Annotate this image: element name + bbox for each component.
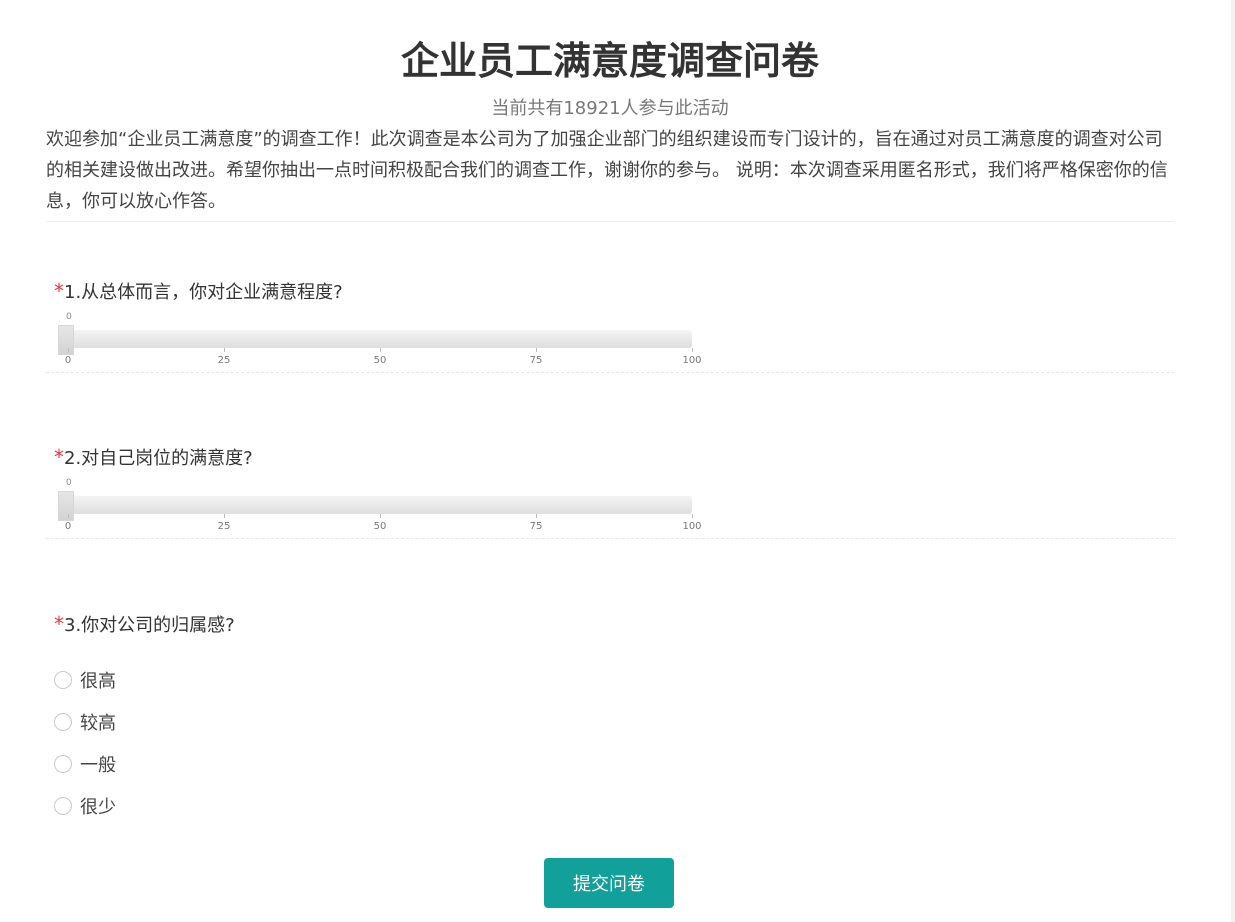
question-text: 2.对自己岗位的满意度? [64, 448, 253, 469]
question-1: *1.从总体而言，你对企业满意程度? 0 0 25 50 75 100 [46, 278, 1174, 373]
question-text: 3.你对公司的归属感? [64, 615, 235, 636]
slider-tick-label: 0 [64, 521, 72, 532]
radio-option[interactable]: 很少 [54, 785, 1174, 827]
satisfaction-slider[interactable]: 0 0 25 50 75 100 [46, 304, 1174, 373]
option-label: 一般 [80, 755, 116, 776]
radio-option[interactable]: 一般 [54, 743, 1174, 785]
slider-tick [68, 348, 69, 352]
slider-tick-label: 100 [682, 521, 702, 532]
slider-tick-label: 25 [217, 521, 231, 532]
slider-tick [68, 514, 69, 518]
question-title: *3.你对公司的归属感? [46, 611, 1174, 637]
radio-button[interactable] [54, 713, 72, 731]
slider-tick [692, 514, 693, 518]
slider-tick-label: 0 [64, 355, 72, 366]
slider-handle[interactable] [58, 325, 74, 355]
question-2: *2.对自己岗位的满意度? 0 0 25 50 75 100 [46, 444, 1174, 539]
slider-track[interactable] [58, 330, 692, 348]
slider-value: 0 [66, 312, 72, 322]
radio-group: 很高 较高 一般 很少 没有 [46, 659, 1174, 837]
radio-option[interactable]: 很高 [54, 659, 1174, 701]
required-mark: * [54, 612, 64, 636]
radio-button[interactable] [54, 797, 72, 815]
radio-option[interactable]: 没有 [54, 827, 1174, 837]
survey-header: 企业员工满意度调查问卷 当前共有18921人参与此活动 欢迎参加“企业员工满意度… [46, 36, 1174, 222]
required-mark: * [54, 445, 64, 469]
question-title: *1.从总体而言，你对企业满意程度? [46, 278, 1174, 304]
slider-tick-label: 25 [217, 355, 231, 366]
option-label: 很高 [80, 671, 116, 692]
slider-track[interactable] [58, 496, 692, 514]
option-label: 较高 [80, 713, 116, 734]
radio-option[interactable]: 较高 [54, 701, 1174, 743]
slider-tick-label: 50 [373, 355, 387, 366]
option-label: 很少 [80, 797, 116, 818]
slider-tick [692, 348, 693, 352]
radio-button[interactable] [54, 671, 72, 689]
required-mark: * [54, 279, 64, 303]
radio-button[interactable] [54, 755, 72, 773]
satisfaction-slider[interactable]: 0 0 25 50 75 100 [46, 470, 1174, 539]
slider-tick-label: 100 [682, 355, 702, 366]
submit-button[interactable]: 提交问卷 [544, 858, 674, 908]
slider-handle[interactable] [58, 491, 74, 521]
question-title: *2.对自己岗位的满意度? [46, 444, 1174, 470]
survey-page: 企业员工满意度调查问卷 当前共有18921人参与此活动 欢迎参加“企业员工满意度… [0, 0, 1235, 922]
slider-tick [224, 514, 225, 518]
participant-count: 当前共有18921人参与此活动 [491, 98, 729, 119]
scrollbar-track[interactable] [1231, 0, 1235, 922]
slider-tick-label: 75 [529, 355, 543, 366]
option-label: 没有 [80, 835, 116, 837]
question-text: 1.从总体而言，你对企业满意程度? [64, 282, 343, 303]
page-title: 企业员工满意度调查问卷 [400, 39, 819, 83]
survey-intro: 欢迎参加“企业员工满意度”的调查工作！此次调查是本公司为了加强企业部门的组织建设… [46, 124, 1174, 222]
slider-tick-label: 50 [373, 521, 387, 532]
slider-tick-label: 75 [529, 521, 543, 532]
slider-value: 0 [66, 478, 72, 488]
question-3: *3.你对公司的归属感? 很高 较高 一般 很少 没有 [46, 611, 1174, 837]
slider-tick [536, 348, 537, 352]
slider-tick [224, 348, 225, 352]
slider-tick [536, 514, 537, 518]
slider-tick [380, 348, 381, 352]
slider-tick [380, 514, 381, 518]
